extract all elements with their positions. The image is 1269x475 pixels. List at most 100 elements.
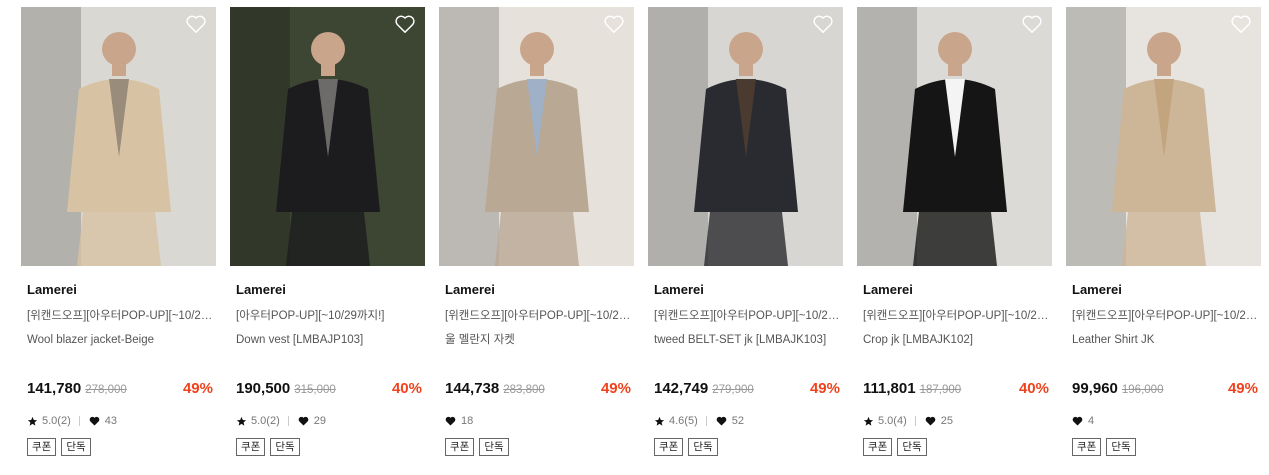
product-card[interactable]: Lamerei [위캔드오프][아우터POP-UP][~10/29까지!] Le… xyxy=(1066,7,1261,456)
price-row: 144,738 283,800 49% xyxy=(445,380,631,400)
product-photo xyxy=(1066,7,1261,266)
price-row: 99,960 196,000 49% xyxy=(1072,380,1258,400)
likes-heart-icon xyxy=(298,416,309,426)
product-title[interactable]: Crop jk [LMBAJK102] xyxy=(857,333,1052,347)
badge-list: 쿠폰 단독 xyxy=(654,438,718,456)
badge-list: 쿠폰 단독 xyxy=(236,438,300,456)
product-title[interactable]: tweed BELT-SET jk [LMBAJK103] xyxy=(648,333,843,347)
original-price: 196,000 xyxy=(1121,384,1164,396)
original-price: 283,800 xyxy=(503,384,545,396)
product-image[interactable] xyxy=(857,7,1052,266)
brand-name[interactable]: Lamerei xyxy=(21,282,216,298)
review-meta: 4 xyxy=(1072,414,1094,428)
review-meta: 5.0(2) 43 xyxy=(27,414,117,428)
review-meta: 5.0(4) 25 xyxy=(863,414,953,428)
sale-price: 111,801 xyxy=(863,380,916,397)
likes-heart-icon xyxy=(89,416,100,426)
price-row: 142,749 279,900 49% xyxy=(654,380,840,400)
wishlist-heart-icon[interactable] xyxy=(185,14,207,34)
coupon-badge: 쿠폰 xyxy=(1072,438,1102,456)
product-image[interactable] xyxy=(21,7,216,266)
badge-list: 쿠폰 단독 xyxy=(1072,438,1136,456)
likes-count: 25 xyxy=(940,415,953,427)
wishlist-heart-icon[interactable] xyxy=(603,14,625,34)
likes-count: 52 xyxy=(731,415,744,427)
brand-name[interactable]: Lamerei xyxy=(439,282,634,298)
coupon-badge: 쿠폰 xyxy=(27,438,57,456)
product-title-prefix[interactable]: [위캔드오프][아우터POP-UP][~10/29까지!] xyxy=(1066,309,1261,323)
wishlist-heart-icon[interactable] xyxy=(812,14,834,34)
exclusive-badge: 단독 xyxy=(479,438,509,456)
product-card[interactable]: Lamerei [위캔드오프][아우터POP-UP][~10/29까지!] Wo… xyxy=(21,7,216,456)
product-image[interactable] xyxy=(648,7,843,266)
likes-heart-icon xyxy=(716,416,727,426)
coupon-badge: 쿠폰 xyxy=(445,438,475,456)
product-title[interactable]: Down vest [LMBAJP103] xyxy=(230,333,425,347)
sale-price: 141,780 xyxy=(27,380,82,397)
exclusive-badge: 단독 xyxy=(270,438,300,456)
rating-value: 5.0(2) xyxy=(42,415,71,427)
rating-value: 5.0(2) xyxy=(251,415,280,427)
meta-divider xyxy=(914,416,916,426)
coupon-badge: 쿠폰 xyxy=(654,438,684,456)
likes-count: 4 xyxy=(1088,415,1095,427)
product-photo xyxy=(648,7,843,266)
product-title[interactable]: Leather Shirt JK xyxy=(1066,333,1261,347)
discount-rate: 49% xyxy=(809,380,840,397)
meta-divider xyxy=(705,416,707,426)
product-card[interactable]: Lamerei [위캔드오프][아우터POP-UP][~10/29까지!] 울 … xyxy=(439,7,634,456)
sale-price: 142,749 xyxy=(654,380,709,397)
meta-divider xyxy=(78,416,80,426)
star-icon xyxy=(27,416,38,426)
product-card[interactable]: Lamerei [위캔드오프][아우터POP-UP][~10/29까지!] tw… xyxy=(648,7,843,456)
product-image[interactable] xyxy=(1066,7,1261,266)
product-title-prefix[interactable]: [위캔드오프][아우터POP-UP][~10/29까지!] xyxy=(857,309,1052,323)
product-photo xyxy=(21,7,216,266)
coupon-badge: 쿠폰 xyxy=(863,438,893,456)
product-title-prefix[interactable]: [위캔드오프][아우터POP-UP][~10/29까지!] xyxy=(21,309,216,323)
meta-divider xyxy=(287,416,289,426)
product-title[interactable]: 울 멜란지 자켓 xyxy=(439,333,634,347)
wishlist-heart-icon[interactable] xyxy=(1230,14,1252,34)
badge-list: 쿠폰 단독 xyxy=(27,438,91,456)
discount-rate: 49% xyxy=(600,380,631,397)
discount-rate: 40% xyxy=(391,380,422,397)
likes-heart-icon xyxy=(1072,416,1083,426)
original-price: 315,000 xyxy=(294,384,336,396)
brand-name[interactable]: Lamerei xyxy=(1066,282,1261,298)
product-title-prefix[interactable]: [위캔드오프][아우터POP-UP][~10/29까지!] xyxy=(439,309,634,323)
likes-count: 29 xyxy=(313,415,326,427)
wishlist-heart-icon[interactable] xyxy=(394,14,416,34)
review-meta: 5.0(2) 29 xyxy=(236,414,326,428)
rating: 5.0(4) xyxy=(863,415,925,427)
price-row: 141,780 278,000 49% xyxy=(27,380,213,400)
product-image[interactable] xyxy=(230,7,425,266)
product-card[interactable]: Lamerei [위캔드오프][아우터POP-UP][~10/29까지!] Cr… xyxy=(857,7,1052,456)
wishlist-heart-icon[interactable] xyxy=(1021,14,1043,34)
brand-name[interactable]: Lamerei xyxy=(648,282,843,298)
rating: 4.6(5) xyxy=(654,415,716,427)
rating: 5.0(2) xyxy=(27,415,89,427)
likes-count: 43 xyxy=(104,415,117,427)
product-title-prefix[interactable]: [아우터POP-UP][~10/29까지!] xyxy=(230,309,425,323)
review-meta: 4.6(5) 52 xyxy=(654,414,744,428)
product-photo xyxy=(857,7,1052,266)
product-title[interactable]: Wool blazer jacket-Beige xyxy=(21,333,216,347)
sale-price: 99,960 xyxy=(1072,380,1118,397)
sale-price: 190,500 xyxy=(236,380,291,397)
rating: 5.0(2) xyxy=(236,415,298,427)
brand-name[interactable]: Lamerei xyxy=(857,282,1052,298)
star-icon xyxy=(654,416,665,426)
discount-rate: 49% xyxy=(1227,380,1258,397)
star-icon xyxy=(863,416,874,426)
product-image[interactable] xyxy=(439,7,634,266)
product-title-prefix[interactable]: [위캔드오프][아우터POP-UP][~10/29까지!] xyxy=(648,309,843,323)
likes-count: 18 xyxy=(461,415,474,427)
brand-name[interactable]: Lamerei xyxy=(230,282,425,298)
exclusive-badge: 단독 xyxy=(688,438,718,456)
price-row: 111,801 187,900 40% xyxy=(863,380,1049,400)
product-grid: Lamerei [위캔드오프][아우터POP-UP][~10/29까지!] Wo… xyxy=(21,7,1261,456)
discount-rate: 40% xyxy=(1018,380,1049,397)
product-card[interactable]: Lamerei [아우터POP-UP][~10/29까지!] Down vest… xyxy=(230,7,425,456)
original-price: 187,900 xyxy=(919,384,962,396)
